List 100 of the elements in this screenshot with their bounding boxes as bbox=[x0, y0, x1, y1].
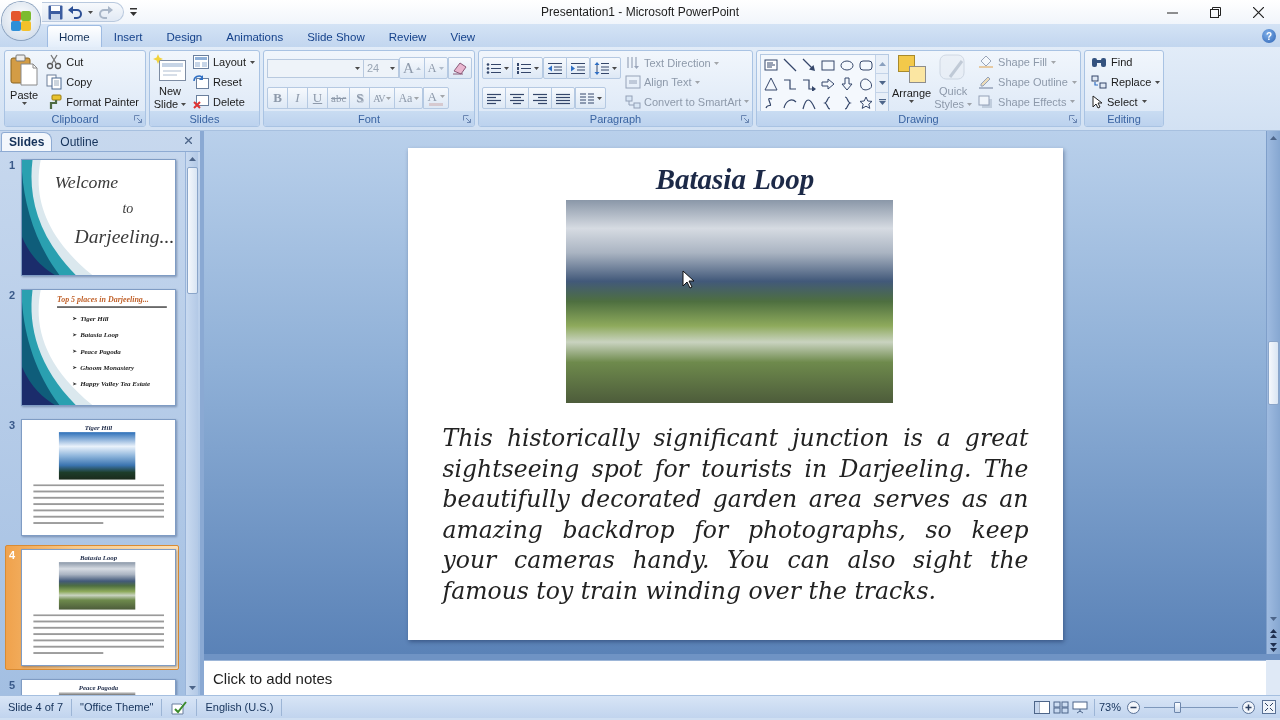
align-left-button[interactable] bbox=[482, 87, 506, 109]
window-title: Presentation1 - Microsoft PowerPoint bbox=[540, 5, 740, 19]
justify-button[interactable] bbox=[551, 87, 575, 109]
layout-icon bbox=[193, 55, 209, 70]
caret-icon bbox=[694, 81, 700, 84]
arrange-icon bbox=[896, 54, 927, 84]
language-label[interactable]: English (U.S.) bbox=[197, 701, 282, 713]
editing-command-button[interactable]: Replace bbox=[1088, 72, 1164, 92]
ribbon-tab[interactable]: Insert bbox=[101, 25, 155, 47]
slideshow-icon[interactable] bbox=[1071, 700, 1088, 714]
scrollbar-thumb[interactable] bbox=[186, 167, 198, 294]
format-painter-button[interactable]: Format Painter bbox=[43, 92, 142, 111]
slide-number: 2 bbox=[8, 289, 17, 301]
customize-menu-icon[interactable] bbox=[130, 8, 137, 16]
ribbon-tab[interactable]: View bbox=[438, 25, 488, 47]
increase-indent-button[interactable] bbox=[566, 57, 590, 79]
elbow-arrow-icon[interactable] bbox=[801, 76, 816, 91]
align-right-button[interactable] bbox=[528, 87, 552, 109]
caret-icon bbox=[88, 10, 93, 14]
eraser-icon bbox=[451, 61, 468, 75]
ribbon-tab[interactable]: Home bbox=[47, 25, 102, 47]
slide-number: 1 bbox=[8, 159, 17, 171]
caret-icon bbox=[355, 66, 360, 70]
caret-icon bbox=[386, 96, 392, 100]
delete-button[interactable]: Delete bbox=[190, 92, 259, 111]
ribbon-tab[interactable]: Design bbox=[154, 25, 215, 47]
oval-icon[interactable] bbox=[839, 57, 854, 72]
bullets-button[interactable] bbox=[482, 57, 513, 79]
line-icon[interactable] bbox=[782, 57, 797, 72]
editing-command-button[interactable]: Select bbox=[1088, 92, 1164, 111]
scroll-up-icon[interactable] bbox=[1270, 136, 1277, 140]
ribbon-tab[interactable]: Slide Show bbox=[295, 25, 377, 47]
slide-list-item[interactable]: 1 Welcome to Darjeeling... bbox=[5, 155, 179, 280]
dialog-launcher-icon[interactable] bbox=[134, 115, 142, 123]
reset-icon bbox=[193, 75, 209, 89]
caret-icon bbox=[612, 66, 617, 70]
pane-tab[interactable]: Slides bbox=[1, 132, 53, 151]
down-caret-icon bbox=[438, 66, 444, 70]
triangle-icon[interactable] bbox=[763, 76, 778, 91]
decrease-indent-button[interactable] bbox=[543, 57, 567, 79]
scroll-up-icon[interactable] bbox=[188, 157, 196, 161]
slide-number: 5 bbox=[8, 679, 17, 691]
slide-sorter-icon[interactable] bbox=[1052, 700, 1069, 714]
group-label: Drawing bbox=[757, 111, 1080, 126]
zoom-out-icon[interactable] bbox=[1127, 700, 1140, 714]
rounded-rectangle-icon[interactable] bbox=[858, 57, 873, 72]
slide-title: Batasia Loop bbox=[655, 161, 815, 197]
scroll-down-icon[interactable] bbox=[1270, 617, 1277, 621]
scrollbar-thumb[interactable] bbox=[1268, 341, 1279, 405]
copy-button[interactable]: Copy bbox=[43, 72, 142, 92]
paste-icon bbox=[10, 54, 39, 86]
align-center-button[interactable] bbox=[505, 87, 529, 109]
caret-icon bbox=[390, 66, 395, 70]
save-icon[interactable] bbox=[48, 4, 63, 20]
smartart-icon bbox=[625, 94, 641, 109]
caret-icon bbox=[713, 61, 719, 65]
down-arrow-icon[interactable] bbox=[839, 76, 854, 91]
ribbon-tab[interactable]: Review bbox=[376, 25, 439, 47]
undo-icon[interactable] bbox=[68, 4, 83, 20]
new-slide-button[interactable]: New Slide bbox=[153, 52, 187, 111]
align-center-icon bbox=[509, 91, 525, 105]
normal-view-icon[interactable] bbox=[1033, 700, 1050, 714]
zoom-slider-thumb[interactable] bbox=[1174, 701, 1182, 713]
zoom-in-icon[interactable] bbox=[1242, 700, 1255, 714]
blob-shape-icon[interactable] bbox=[858, 76, 873, 91]
dialog-launcher-icon[interactable] bbox=[741, 115, 749, 123]
close-icon[interactable] bbox=[185, 137, 192, 144]
slide-number: 4 bbox=[8, 549, 17, 561]
theme-name: "Office Theme" bbox=[79, 701, 155, 713]
slide-body-text: This historically significant junction is a great sightseeing spot for tourists in Darjeeling. The beautifully decorated garden area serves as an amazing backdrop for photographs, so keep your cameras handy. You can also sight the famous toy train winding over the tracks. bbox=[440, 423, 1030, 606]
layout-button[interactable]: Layout bbox=[190, 53, 259, 72]
previous-slide-button[interactable] bbox=[1267, 626, 1280, 640]
dialog-launcher-icon[interactable] bbox=[1069, 115, 1077, 123]
pointer-icon bbox=[1091, 94, 1103, 109]
caret-icon bbox=[439, 95, 445, 98]
line-spacing-button[interactable] bbox=[590, 57, 621, 79]
reset-button[interactable]: Reset bbox=[190, 72, 259, 92]
decrease-indent-icon bbox=[547, 61, 563, 75]
paste-button[interactable]: Paste bbox=[8, 52, 41, 111]
scroll-down-icon[interactable] bbox=[188, 686, 196, 690]
spell-check-icon[interactable] bbox=[170, 699, 189, 715]
office-logo-icon bbox=[10, 10, 32, 32]
arrow-line-icon[interactable] bbox=[801, 57, 816, 72]
caret-icon bbox=[1155, 80, 1161, 84]
zoom-level[interactable]: 73% bbox=[1094, 701, 1127, 713]
fit-window-icon[interactable] bbox=[1262, 700, 1276, 714]
arrange-button[interactable]: Arrange bbox=[892, 52, 932, 111]
editing-command-button[interactable]: Find bbox=[1088, 53, 1164, 72]
cut-button[interactable]: Cut bbox=[43, 53, 142, 72]
pane-tab[interactable]: Outline bbox=[52, 132, 107, 151]
numbering-button[interactable] bbox=[512, 57, 543, 79]
group-label: Font bbox=[264, 111, 474, 126]
star-icon[interactable] bbox=[858, 95, 873, 110]
delete-icon bbox=[193, 94, 209, 109]
notes-field[interactable]: Click to add notes bbox=[204, 660, 1266, 695]
double-up-arrow-icon bbox=[1270, 628, 1277, 638]
right-arrow-icon[interactable] bbox=[820, 76, 835, 91]
shadowed-square-icon bbox=[978, 94, 995, 109]
ribbon-tab[interactable]: Animations bbox=[214, 25, 296, 47]
next-slide-button[interactable] bbox=[1267, 640, 1280, 654]
